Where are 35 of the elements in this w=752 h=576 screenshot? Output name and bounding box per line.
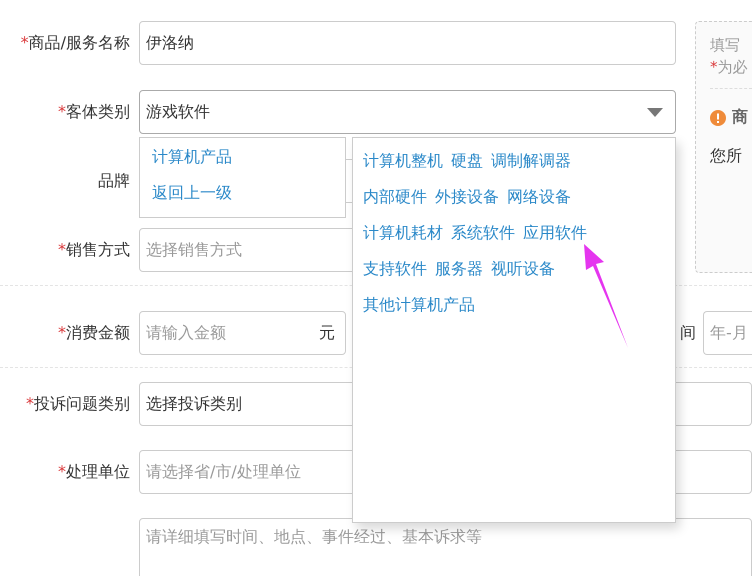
info-text: *为必 bbox=[710, 57, 748, 78]
menu-item[interactable]: 支持软件 bbox=[363, 258, 427, 280]
warning-icon bbox=[710, 110, 726, 126]
menu-item[interactable]: 服务器 bbox=[435, 258, 483, 280]
unit-label: 元 bbox=[319, 322, 335, 344]
field-label: 间 bbox=[680, 322, 697, 344]
date-field[interactable]: 年-月 bbox=[703, 311, 752, 355]
menu-item[interactable]: 调制解调器 bbox=[491, 150, 571, 172]
notice-title: 商 bbox=[732, 107, 748, 128]
menu-item[interactable]: 计算机产品 bbox=[152, 146, 333, 168]
field-label: *销售方式 bbox=[57, 240, 131, 260]
amount-field[interactable]: 请输入金额 元 bbox=[139, 311, 346, 355]
field-label: *客体类别 bbox=[57, 102, 131, 122]
notice-text: 您所 bbox=[710, 146, 743, 167]
menu-item[interactable]: 外接设备 bbox=[435, 186, 499, 208]
field-label: *投诉问题类别 bbox=[25, 394, 131, 414]
field-label: *商品/服务名称 bbox=[20, 32, 131, 54]
info-text: 填写 bbox=[710, 35, 741, 56]
menu-item[interactable]: 硬盘 bbox=[451, 150, 483, 172]
menu-item[interactable]: 计算机耗材 bbox=[363, 222, 443, 244]
caret-icon bbox=[647, 108, 663, 116]
menu-item[interactable]: 返回上一级 bbox=[152, 182, 333, 204]
description-field[interactable]: 请详细填写时间、地点、事件经过、基本诉求等 bbox=[139, 518, 752, 576]
menu-item[interactable]: 内部硬件 bbox=[363, 186, 427, 208]
menu-item[interactable]: 系统软件 bbox=[451, 222, 515, 244]
field-label: *处理单位 bbox=[57, 462, 131, 482]
field-label: 品牌 bbox=[97, 170, 131, 192]
menu-item[interactable]: 计算机整机 bbox=[363, 150, 443, 172]
menu-item[interactable]: 其他计算机产品 bbox=[363, 294, 475, 316]
input-field[interactable]: 伊洛纳 bbox=[139, 21, 676, 65]
menu-item[interactable]: 应用软件 bbox=[523, 222, 587, 244]
menu-item[interactable]: 视听设备 bbox=[491, 258, 555, 280]
select-field[interactable]: 游戏软件 bbox=[139, 90, 676, 134]
field-label: *消费金额 bbox=[57, 322, 131, 344]
menu-item[interactable]: 网络设备 bbox=[507, 186, 571, 208]
